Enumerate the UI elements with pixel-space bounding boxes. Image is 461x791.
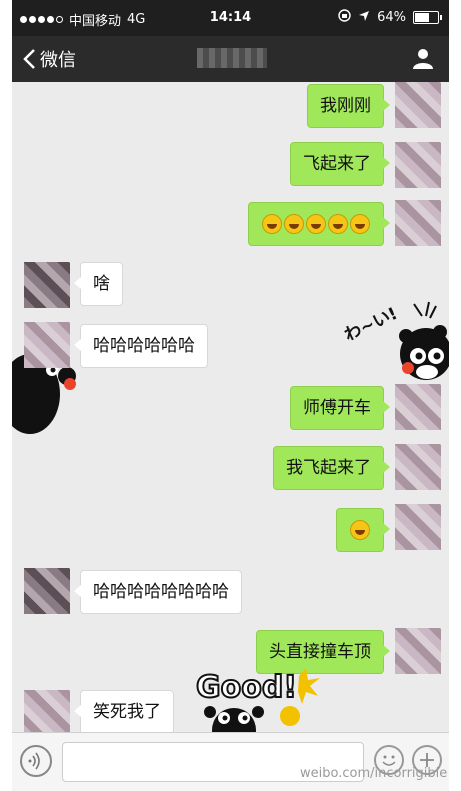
- input-bar: [12, 732, 449, 791]
- message-bubble-out-emoji[interactable]: [336, 508, 390, 552]
- voice-icon: [28, 752, 40, 770]
- status-bar: 中国移动 4G 14:14 64%: [12, 0, 449, 36]
- battery-icon: [413, 11, 442, 24]
- message-bubble-in[interactable]: 哈哈哈哈哈哈: [74, 324, 208, 368]
- chat-title-blurred: [197, 48, 267, 68]
- back-button[interactable]: 微信: [22, 46, 76, 72]
- message-bubble-out[interactable]: 飞起来了: [290, 142, 390, 186]
- message-bubble-out[interactable]: 师傅开车: [290, 386, 390, 430]
- laughing-crying-emoji-icon: [306, 214, 326, 234]
- voice-input-button[interactable]: [20, 745, 52, 777]
- laughing-crying-emoji-icon: [350, 520, 370, 540]
- battery-percent: 64%: [377, 10, 406, 25]
- my-avatar[interactable]: [395, 82, 441, 128]
- message-bubble-in[interactable]: 啥: [74, 262, 123, 306]
- message-bubble-in[interactable]: 笑死我了: [74, 690, 174, 732]
- my-avatar[interactable]: [395, 628, 441, 674]
- back-label: 微信: [40, 50, 76, 71]
- location-icon: [358, 10, 370, 26]
- friend-avatar[interactable]: [24, 568, 70, 614]
- laughing-crying-emoji-icon: [350, 214, 370, 234]
- message-bubble-out[interactable]: 我刚刚: [307, 84, 390, 128]
- laughing-crying-emoji-icon: [328, 214, 348, 234]
- message-bubble-out-emoji[interactable]: [248, 202, 390, 246]
- my-avatar[interactable]: [395, 444, 441, 490]
- orientation-lock-icon: [338, 9, 351, 26]
- weibo-watermark: weibo.com/incorrigible: [300, 766, 448, 781]
- laughing-crying-emoji-icon: [262, 214, 282, 234]
- good-sticker-text: Good!: [195, 669, 298, 706]
- chat-area: わ~い! 我刚刚 飞起来了 啥 哈哈哈哈哈哈 师傅开车 我飞起来了 哈哈哈哈哈哈…: [12, 82, 449, 732]
- message-bubble-out[interactable]: 我飞起来了: [273, 446, 390, 490]
- friend-avatar[interactable]: [24, 262, 70, 308]
- nav-bar: 微信: [12, 36, 449, 82]
- chevron-left-icon: [23, 49, 35, 69]
- my-avatar[interactable]: [395, 200, 441, 246]
- laughing-crying-emoji-icon: [284, 214, 304, 234]
- my-avatar[interactable]: [395, 504, 441, 550]
- status-right: 64%: [338, 9, 442, 26]
- contact-profile-icon[interactable]: [411, 46, 435, 70]
- my-avatar[interactable]: [395, 142, 441, 188]
- friend-avatar[interactable]: [24, 690, 70, 732]
- friend-avatar[interactable]: [24, 322, 70, 368]
- my-avatar[interactable]: [395, 384, 441, 430]
- phone-screen: 中国移动 4G 14:14 64% 微信 わ~い! 我刚刚 飞起来了 啥 哈哈哈…: [12, 0, 449, 791]
- message-bubble-in[interactable]: 哈哈哈哈哈哈哈哈: [74, 570, 242, 614]
